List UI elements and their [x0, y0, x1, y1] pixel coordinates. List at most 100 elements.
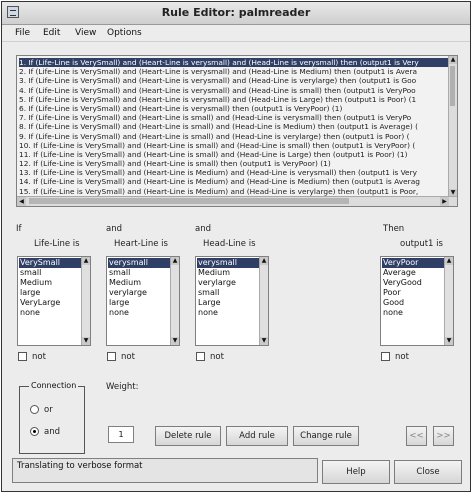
listbox-item[interactable]: none	[19, 308, 81, 318]
listbox-item[interactable]: VerySmall	[19, 258, 81, 268]
close-button[interactable]: Close	[394, 460, 462, 484]
listbox-item[interactable]: large	[19, 288, 81, 298]
listbox-item[interactable]: large	[108, 298, 170, 308]
listbox-item[interactable]: verylarge	[197, 278, 259, 288]
not-checkbox-life-line[interactable]	[18, 352, 27, 361]
then-label: Then	[383, 224, 405, 234]
listbox-item[interactable]: Good	[382, 298, 444, 308]
head-line-options: verysmall Medium verylarge small Large none	[197, 258, 259, 318]
not-checkbox-heart-line[interactable]	[107, 352, 116, 361]
listbox-item[interactable]: Large	[197, 298, 259, 308]
output-options: VeryPoor Average VeryGood Poor Good none	[382, 258, 444, 318]
listbox-item[interactable]: Poor	[382, 288, 444, 298]
listbox-item[interactable]: small	[108, 268, 170, 278]
rule-row[interactable]: 11. If (Life-Line is VerySmall) and (Hea…	[19, 150, 448, 159]
change-rule-button[interactable]: Change rule	[293, 426, 359, 446]
and-radio[interactable]	[30, 427, 39, 436]
listbox-item[interactable]: Medium	[19, 278, 81, 288]
menu-options[interactable]: Options	[104, 26, 145, 40]
head-line-label: Head-Line is	[203, 239, 256, 249]
weight-input[interactable]: 1	[108, 426, 134, 443]
listbox-scrollbar[interactable]: ▲ ▼	[81, 257, 90, 345]
rule-list-horizontal-scrollbar[interactable]: ◀ ▶	[17, 196, 457, 206]
heart-line-options: verysmall small Medium verylarge large none	[108, 258, 170, 318]
scroll-up-icon[interactable]: ▲	[445, 257, 453, 265]
or-radio[interactable]	[30, 405, 39, 414]
window-title: Rule Editor: palmreader	[161, 6, 311, 19]
listbox-scrollbar[interactable]: ▲ ▼	[259, 257, 268, 345]
listbox-item[interactable]: none	[108, 308, 170, 318]
rule-row[interactable]: 3. If (Life-Line is VerySmall) and (Hear…	[19, 76, 448, 85]
status-bar: Translating to verbose format	[12, 458, 318, 483]
listbox-item[interactable]: VeryPoor	[382, 258, 444, 268]
listbox-scrollbar[interactable]: ▲ ▼	[170, 257, 179, 345]
not-label: not	[395, 352, 409, 362]
rule-list-vertical-scrollbar[interactable]: ▲ ▼	[448, 56, 457, 197]
add-rule-button[interactable]: Add rule	[226, 426, 288, 446]
rule-row[interactable]: 12. If (Life-Line is VerySmall) and (Hea…	[19, 159, 448, 168]
menu-file[interactable]: File	[12, 26, 33, 40]
rule-row[interactable]: 14. If (Life-Line is VerySmall) and (Hea…	[19, 177, 448, 186]
not-label: not	[32, 352, 46, 362]
scroll-right-icon[interactable]: ▶	[440, 197, 449, 206]
rule-row[interactable]: 1. If (Life-Line is VerySmall) and (Hear…	[19, 58, 448, 68]
scroll-down-icon[interactable]: ▼	[82, 337, 90, 345]
listbox-item[interactable]: small	[197, 288, 259, 298]
not-checkbox-head-line[interactable]	[196, 352, 205, 361]
scroll-up-icon[interactable]: ▲	[260, 257, 268, 265]
rule-editor-window: Rule Editor: palmreader File Edit View O…	[1, 1, 471, 492]
listbox-item[interactable]: small	[19, 268, 81, 278]
rule-list[interactable]: 1. If (Life-Line is VerySmall) and (Hear…	[16, 55, 458, 207]
listbox-item[interactable]: none	[382, 308, 444, 318]
rule-row[interactable]: 9. If (Life-Line is VerySmall) and (Hear…	[19, 132, 448, 141]
help-button[interactable]: Help	[322, 460, 390, 484]
scroll-down-icon[interactable]: ▼	[445, 337, 453, 345]
rule-row[interactable]: 5. If (Life-Line is VerySmall) and (Hear…	[19, 95, 448, 104]
rule-row[interactable]: 7. If (Life-Line is VerySmall) and (Hear…	[19, 113, 448, 122]
not-label: not	[210, 352, 224, 362]
rule-row[interactable]: 4. If (Life-Line is VerySmall) and (Hear…	[19, 86, 448, 95]
life-line-label: Life-Line is	[34, 239, 80, 249]
output-listbox[interactable]: VeryPoor Average VeryGood Poor Good none ▲ ▼	[380, 256, 454, 346]
previous-button[interactable]: <<	[406, 426, 427, 446]
listbox-item[interactable]: none	[197, 308, 259, 318]
listbox-item[interactable]: verysmall	[108, 258, 170, 268]
if-label: If	[16, 224, 22, 234]
scroll-down-icon[interactable]: ▼	[260, 337, 268, 345]
listbox-item[interactable]: VeryLarge	[19, 298, 81, 308]
weight-label: Weight:	[106, 382, 139, 392]
listbox-item[interactable]: Medium	[197, 268, 259, 278]
not-checkbox-output[interactable]	[381, 352, 390, 361]
and-radio-label: and	[44, 427, 60, 437]
scroll-down-icon[interactable]: ▼	[171, 337, 179, 345]
listbox-item[interactable]: verysmall	[197, 258, 259, 268]
listbox-item[interactable]: Medium	[108, 278, 170, 288]
listbox-item[interactable]: Average	[382, 268, 444, 278]
scroll-up-icon[interactable]: ▲	[82, 257, 90, 265]
scroll-up-icon[interactable]: ▲	[449, 56, 457, 64]
menu-edit[interactable]: Edit	[40, 26, 63, 40]
rule-row[interactable]: 2. If (Life-Line is VerySmall) and (Hear…	[19, 67, 448, 76]
listbox-item[interactable]: VeryGood	[382, 278, 444, 288]
scroll-thumb[interactable]	[29, 198, 349, 204]
rule-row[interactable]: 15. If (Life-Line is VerySmall) and (Hea…	[19, 187, 448, 196]
or-label: or	[44, 405, 53, 415]
heart-line-listbox[interactable]: verysmall small Medium verylarge large none ▲…	[106, 256, 180, 346]
scroll-left-icon[interactable]: ◀	[17, 197, 26, 206]
rule-row[interactable]: 13. If (Life-Line is VerySmall) and (Hea…	[19, 168, 448, 177]
not-label: not	[121, 352, 135, 362]
rule-row[interactable]: 8. If (Life-Line is VerySmall) and (Hear…	[19, 122, 448, 131]
scroll-up-icon[interactable]: ▲	[171, 257, 179, 265]
rule-row[interactable]: 6. If (Life-Line is VerySmall) and (Hear…	[19, 104, 448, 113]
listbox-item[interactable]: verylarge	[108, 288, 170, 298]
scroll-thumb[interactable]	[450, 66, 455, 106]
life-line-listbox[interactable]: VerySmall small Medium large VeryLarge none ▲…	[17, 256, 91, 346]
next-button[interactable]: >>	[433, 426, 454, 446]
life-line-options: VerySmall small Medium large VeryLarge none	[19, 258, 81, 318]
menu-bar: File Edit View Options	[2, 25, 470, 42]
head-line-listbox[interactable]: verysmall Medium verylarge small Large none ▲…	[195, 256, 269, 346]
rule-row[interactable]: 10. If (Life-Line is VerySmall) and (Hea…	[19, 141, 448, 150]
listbox-scrollbar[interactable]: ▲ ▼	[444, 257, 453, 345]
menu-view[interactable]: View	[72, 26, 99, 40]
delete-rule-button[interactable]: Delete rule	[155, 426, 221, 446]
